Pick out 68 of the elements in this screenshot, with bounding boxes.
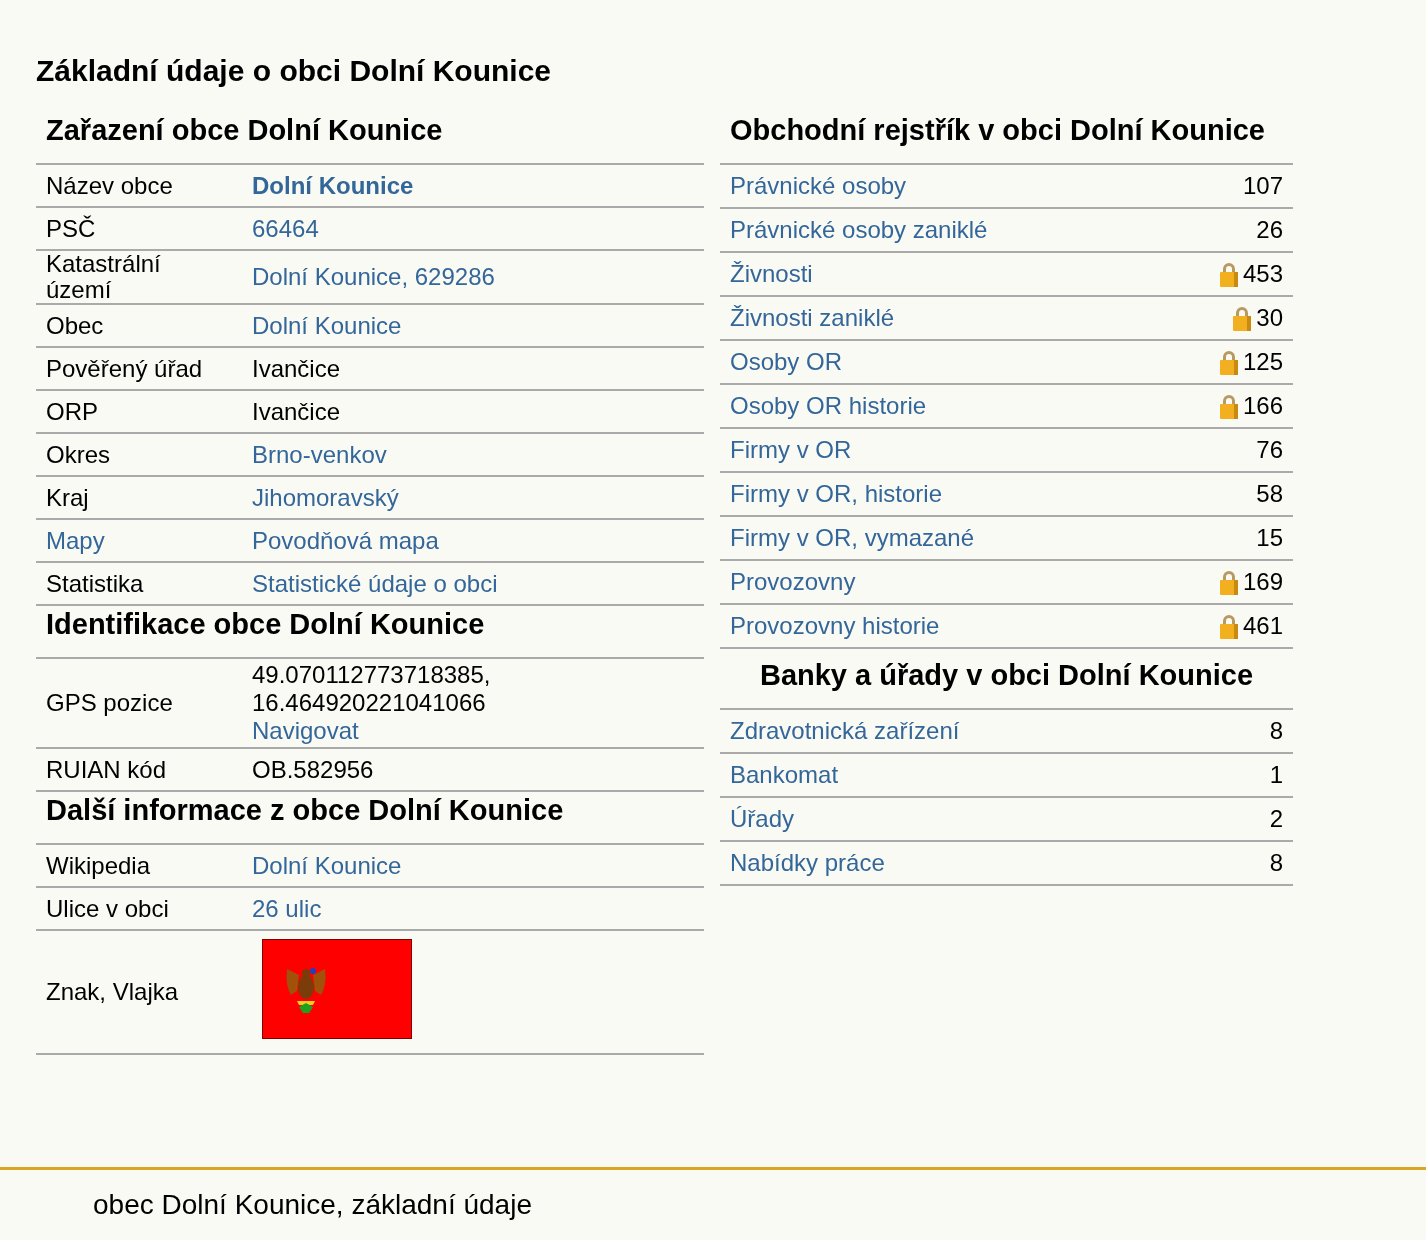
page-title: Základní údaje o obci Dolní Kounice: [36, 54, 553, 88]
value-link[interactable]: Brno-venkov: [252, 440, 387, 468]
section-heading: Zařazení obce Dolní Kounice: [36, 112, 704, 165]
section-heading: Identifikace obce Dolní Kounice: [36, 606, 704, 659]
category-link[interactable]: Nabídky práce: [730, 849, 885, 877]
row-label: RUIAN kód: [46, 755, 167, 783]
row-value: Ivančice: [252, 397, 341, 425]
row-value: OB.582956: [252, 755, 374, 783]
category-link[interactable]: Bankomat: [730, 761, 839, 789]
count-value: 2: [1269, 805, 1283, 833]
count-value: 15: [1256, 524, 1283, 552]
category-link[interactable]: Živnosti: [730, 260, 813, 288]
count-value: 169: [1242, 568, 1283, 596]
category-link[interactable]: Úřady: [730, 805, 795, 833]
row-value: 49.070112773718385,: [252, 661, 491, 688]
value-link[interactable]: Dolní Kounice, 629286: [252, 263, 495, 290]
section-heading: Další informace z obce Dolní Kounice: [36, 792, 704, 845]
row-label: GPS pozice: [46, 689, 173, 716]
category-link[interactable]: Provozovny historie: [730, 612, 940, 640]
category-link[interactable]: Zdravotnická zařízení: [730, 717, 960, 745]
category-link[interactable]: Firmy v OR: [730, 436, 852, 464]
row-label: PSČ: [46, 214, 96, 242]
row-label: Obec: [46, 311, 104, 339]
count-value: 8: [1269, 849, 1283, 877]
value-link[interactable]: Jihomoravský: [252, 483, 399, 511]
row-label: ORP: [46, 397, 98, 425]
value-link[interactable]: Navigovat: [252, 717, 359, 744]
category-link[interactable]: Osoby OR: [730, 348, 843, 376]
value-link[interactable]: 26 ulic: [252, 894, 322, 922]
category-link[interactable]: Firmy v OR, historie: [730, 480, 942, 508]
category-link[interactable]: Právnické osoby: [730, 172, 907, 200]
value-link[interactable]: Statistické údaje o obci: [252, 569, 498, 597]
category-link[interactable]: Provozovny: [730, 568, 856, 596]
count-value: 30: [1256, 304, 1283, 332]
count-value: 1: [1269, 761, 1283, 789]
category-link[interactable]: Firmy v OR, vymazané: [730, 524, 975, 552]
category-link[interactable]: Právnické osoby zaniklé: [730, 216, 988, 244]
count-value: 461: [1242, 612, 1283, 640]
row-value: Ivančice: [252, 354, 341, 382]
row-label: Statistika: [46, 569, 144, 597]
row-label: Znak, Vlajka: [46, 978, 179, 1005]
count-value: 76: [1256, 436, 1283, 464]
row-label: Pověřený úřad: [46, 354, 203, 382]
count-value: 453: [1242, 260, 1283, 288]
value-link[interactable]: 66464: [252, 214, 319, 242]
value-link[interactable]: Dolní Kounice: [252, 851, 402, 879]
value-link[interactable]: Dolní Kounice: [252, 171, 414, 199]
section-heading: Obchodní rejstřík v obci Dolní Kounice: [720, 112, 1293, 165]
row-value: 16.464920221041066: [252, 689, 486, 716]
value-link[interactable]: Povodňová mapa: [252, 526, 439, 554]
row-label: Název obce: [46, 171, 173, 199]
count-value: 8: [1269, 717, 1283, 745]
count-value: 166: [1242, 392, 1283, 420]
row-label: Katastrální území: [46, 250, 161, 303]
row-label: Wikipedia: [46, 851, 151, 879]
row-label: Kraj: [46, 483, 89, 511]
category-link[interactable]: Živnosti zaniklé: [730, 304, 895, 332]
row-label: Ulice v obci: [46, 894, 169, 922]
value-link[interactable]: Dolní Kounice: [252, 311, 402, 339]
count-value: 125: [1242, 348, 1283, 376]
count-value: 26: [1256, 216, 1283, 244]
count-value: 107: [1242, 172, 1283, 200]
section-heading: Banky a úřady v obci Dolní Kounice: [720, 649, 1293, 710]
row-label: Okres: [46, 440, 110, 468]
category-link[interactable]: Osoby OR historie: [730, 392, 927, 420]
count-value: 58: [1256, 480, 1283, 508]
footer-text: obec Dolní Kounice, základní údaje: [93, 1189, 532, 1221]
label-link[interactable]: Mapy: [46, 526, 105, 554]
